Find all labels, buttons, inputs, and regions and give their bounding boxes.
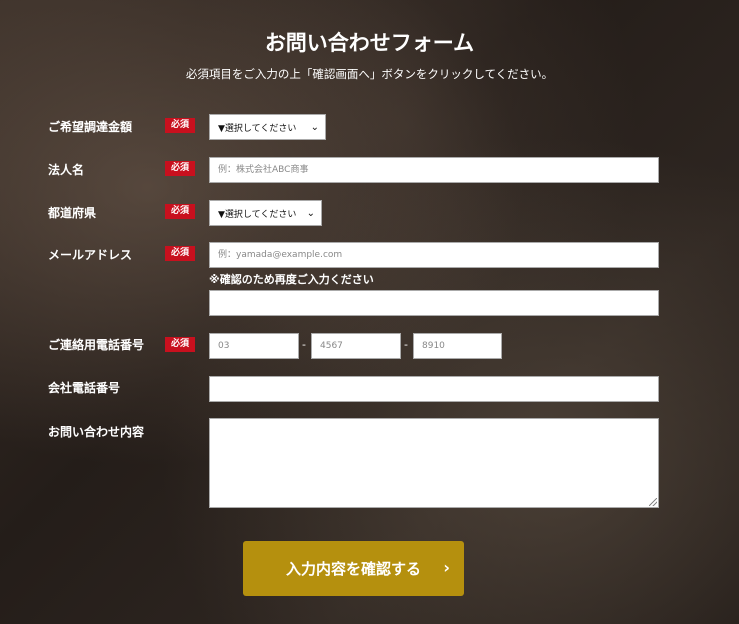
company-name-label: 法人名 [48, 163, 85, 177]
required-badge: 必須 [165, 246, 195, 261]
email-confirm-note: ※確認のため再度ご入力ください [209, 273, 374, 286]
prefecture-select[interactable]: ▼選択してください ⌄ [209, 200, 322, 226]
inquiry-textarea-wrap [209, 418, 659, 508]
phone-part-3-input[interactable] [413, 333, 502, 359]
company-phone-input[interactable] [209, 376, 659, 402]
chevron-right-icon: › [443, 558, 450, 577]
company-name-input[interactable] [209, 157, 659, 183]
inquiry-label: お問い合わせ内容 [48, 425, 145, 439]
phone-part-1-input[interactable] [209, 333, 299, 359]
form-subtitle: 必須項目をご入力の上「確認画面へ」ボタンをクリックしてください。 [185, 67, 554, 81]
inquiry-textarea[interactable] [209, 418, 659, 508]
company-phone-label: 会社電話番号 [48, 381, 121, 395]
required-badge: 必須 [165, 161, 195, 176]
submit-label: 入力内容を確認する [285, 560, 421, 578]
funding-amount-select[interactable]: ▼選択してください ⌄ [209, 114, 326, 140]
phone-separator: - [302, 338, 306, 351]
chevron-down-icon: ⌄ [306, 208, 315, 219]
phone-part-2-input[interactable] [311, 333, 401, 359]
contact-phone-label: ご連絡用電話番号 [48, 338, 145, 352]
phone-separator: - [404, 338, 408, 351]
required-badge: 必須 [165, 337, 195, 352]
funding-amount-selected: ▼選択してください [218, 123, 297, 134]
resize-grip-icon[interactable] [649, 498, 657, 506]
email-label: メールアドレス [48, 248, 133, 262]
prefecture-label: 都道府県 [48, 206, 97, 220]
submit-button[interactable]: 入力内容を確認する › [243, 541, 464, 596]
funding-amount-label: ご希望調達金額 [48, 120, 133, 134]
required-badge: 必須 [165, 204, 195, 219]
email-input[interactable] [209, 242, 659, 268]
form-title: お問い合わせフォーム [264, 30, 475, 55]
required-badge: 必須 [165, 118, 195, 133]
email-confirm-input[interactable] [209, 290, 659, 316]
prefecture-selected: ▼選択してください [218, 209, 297, 220]
chevron-down-icon: ⌄ [310, 122, 319, 133]
